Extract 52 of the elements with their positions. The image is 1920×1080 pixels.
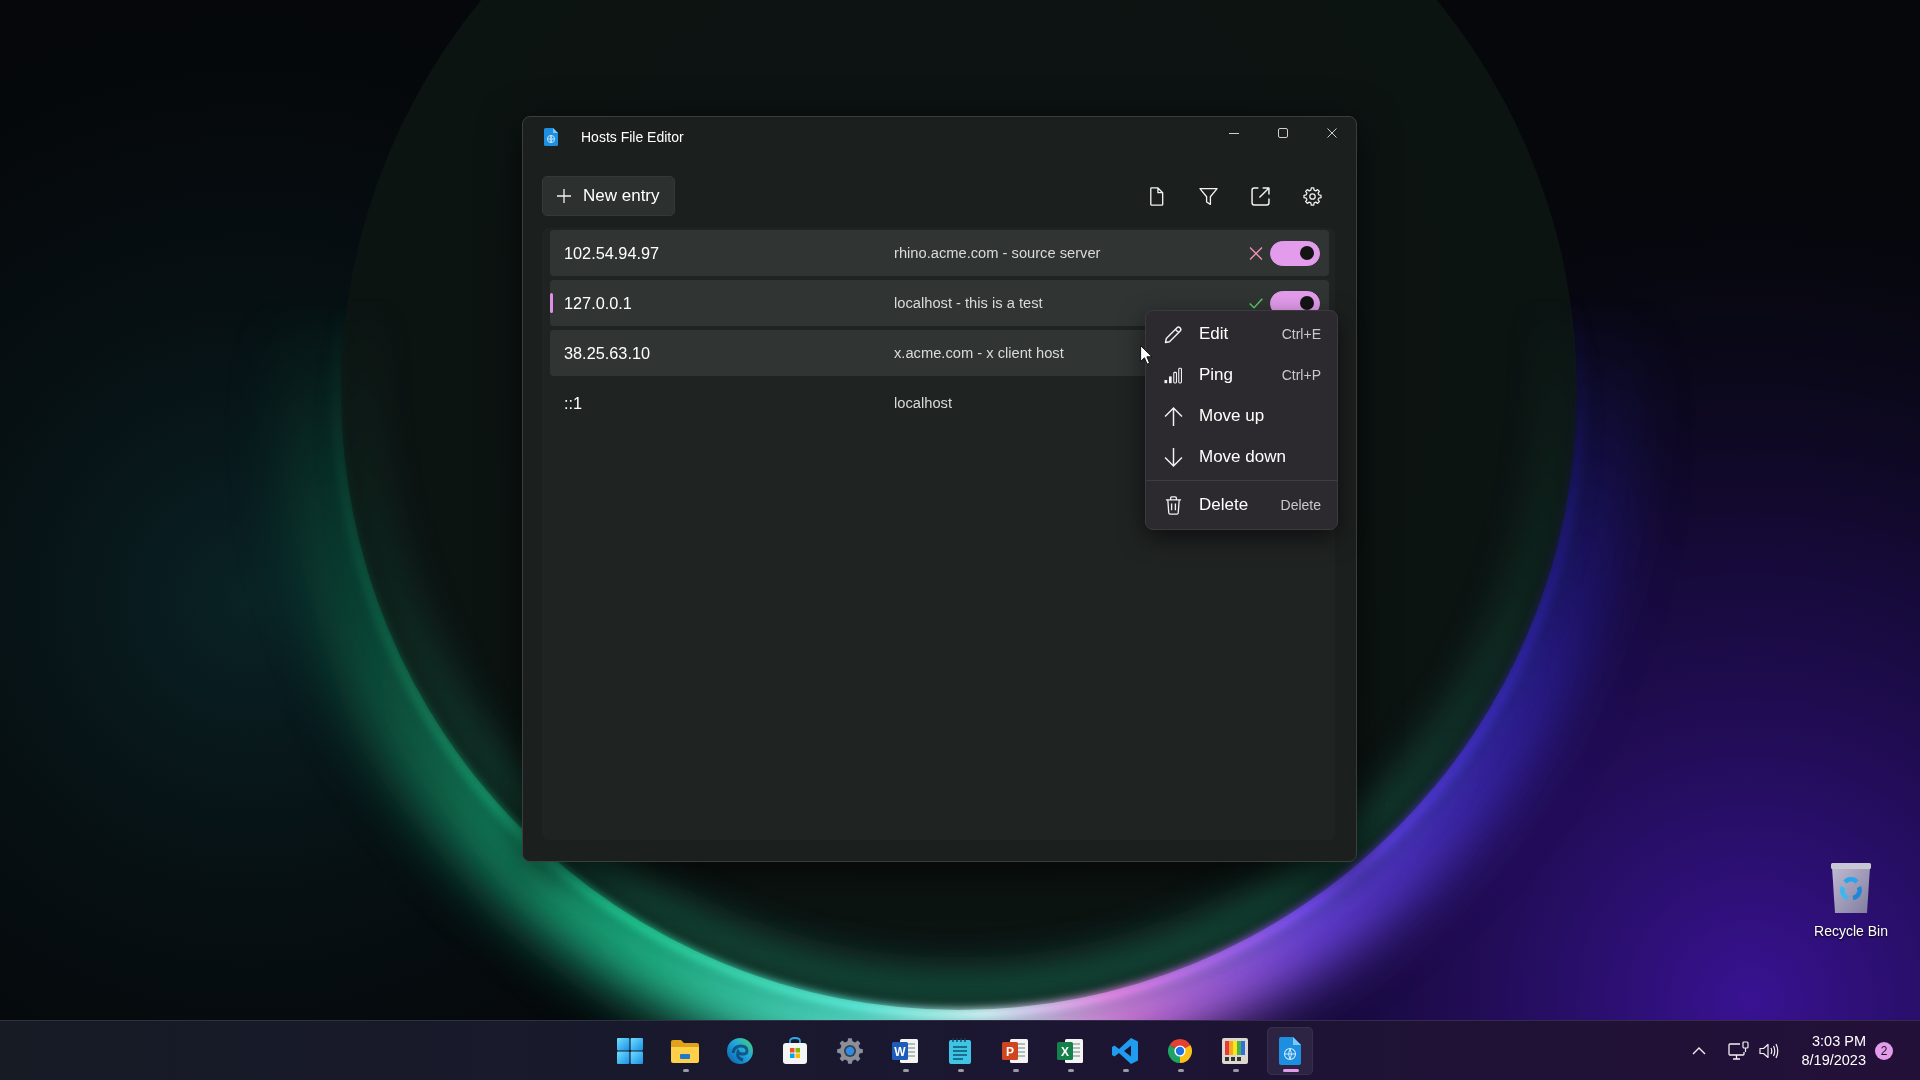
mouse-pointer-icon: [1140, 345, 1153, 365]
ip-address: 38.25.63.10: [564, 343, 650, 363]
arrow-up-icon: [1164, 406, 1183, 426]
minimize-icon: [1228, 132, 1239, 134]
taskbar-button[interactable]: W: [882, 1026, 928, 1075]
chevron-up-icon[interactable]: [1692, 1046, 1707, 1055]
segmented-circle-icon: [1166, 1036, 1194, 1065]
external-link-icon: [1250, 186, 1270, 206]
hostname-text: localhost - this is a test: [894, 295, 1043, 311]
shopping-bag-icon: [781, 1036, 809, 1065]
new-entry-button[interactable]: New entry: [542, 176, 675, 216]
menu-item[interactable]: Delete Delete: [1150, 485, 1333, 525]
plus-icon: [557, 189, 571, 203]
filter-icon: [1198, 186, 1218, 206]
taskbar-button[interactable]: [1267, 1026, 1313, 1075]
hostname-text: localhost: [894, 395, 952, 411]
close-icon: [1326, 128, 1337, 138]
menu-item[interactable]: Move down: [1150, 437, 1333, 477]
entry-row[interactable]: 102.54.94.97 rhino.acme.com - source server: [550, 230, 1329, 276]
document-globe-icon: [544, 128, 558, 146]
arrow-down-icon: [1164, 447, 1183, 467]
start-icon: [616, 1036, 644, 1065]
signal-bars-icon: [1164, 365, 1183, 385]
document-globe-icon: [1276, 1036, 1304, 1065]
ip-address: 127.0.0.1: [564, 293, 632, 313]
trash-icon: [1164, 495, 1183, 515]
hostname-text: rhino.acme.com - source server: [894, 245, 1101, 261]
ip-address: 102.54.94.97: [564, 243, 660, 263]
menu-item[interactable]: Move up: [1150, 396, 1333, 436]
recycle-bin-icon[interactable]: [1829, 862, 1873, 914]
ip-address: ::1: [564, 393, 583, 413]
desktop-icon-label: Recycle Bin: [1814, 923, 1888, 939]
folded-ribbon-icon: [1111, 1036, 1139, 1065]
taskbar-button[interactable]: X: [1047, 1026, 1093, 1075]
clock-date[interactable]: 8/19/2023: [1801, 1052, 1866, 1068]
window-title: Hosts File Editor: [581, 129, 684, 145]
pencil-icon: [1164, 324, 1183, 344]
swirl-icon: [726, 1036, 754, 1065]
clock-time[interactable]: 3:03 PM: [1812, 1033, 1866, 1049]
settings-icon: [1302, 186, 1322, 206]
gear-icon: [836, 1036, 864, 1065]
color-bars-icon: [1221, 1036, 1249, 1065]
notification-badge[interactable]: 2: [1875, 1041, 1893, 1060]
hostname-text: x.acme.com - x client host: [894, 345, 1064, 361]
network-icon[interactable]: [1728, 1040, 1751, 1061]
notepad-icon: [946, 1036, 974, 1065]
volume-icon[interactable]: [1759, 1042, 1780, 1059]
taskbar-button[interactable]: P: [992, 1026, 1038, 1075]
toggle-switch[interactable]: [1270, 240, 1320, 266]
shortcut-text: Delete: [1280, 497, 1321, 513]
maximize-icon: [1277, 128, 1288, 138]
entry-row[interactable]: 127.0.0.1 localhost - this is a test: [550, 280, 1329, 326]
